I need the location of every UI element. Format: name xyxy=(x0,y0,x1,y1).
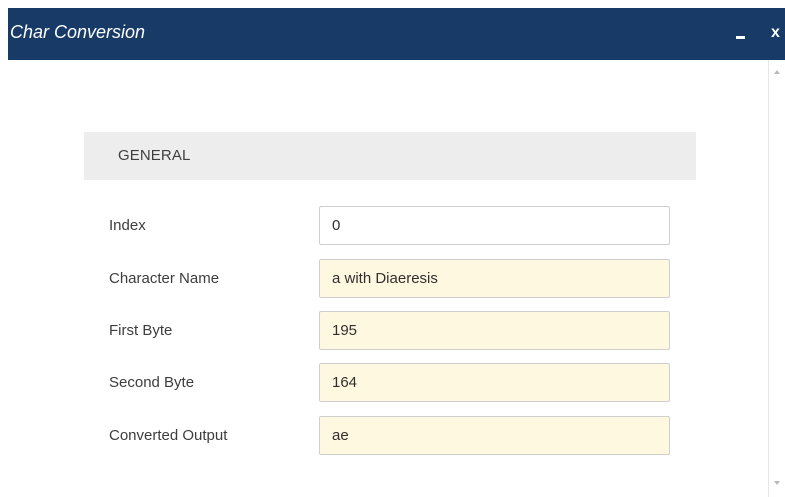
index-input[interactable] xyxy=(319,206,670,245)
character-name-label: Character Name xyxy=(109,270,220,287)
vertical-scrollbar[interactable] xyxy=(768,60,785,497)
minimize-button[interactable] xyxy=(735,21,751,45)
close-button[interactable]: x xyxy=(771,21,785,45)
second-byte-row: Second Byte xyxy=(109,363,671,403)
character-name-input[interactable] xyxy=(319,259,670,298)
scroll-down-arrow-icon[interactable] xyxy=(774,481,780,485)
converted-output-input[interactable] xyxy=(319,416,670,455)
second-byte-input[interactable] xyxy=(319,363,670,402)
converted-output-label: Converted Output xyxy=(109,427,228,444)
window-title: Char Conversion xyxy=(10,22,146,42)
first-byte-input[interactable] xyxy=(319,311,670,350)
first-byte-row: First Byte xyxy=(109,311,671,351)
index-label: Index xyxy=(109,217,146,234)
first-byte-label: First Byte xyxy=(109,322,173,339)
character-name-row: Character Name xyxy=(109,259,671,299)
section-title: GENERAL xyxy=(118,147,191,164)
scroll-up-arrow-icon[interactable] xyxy=(774,70,780,74)
char-conversion-dialog: Char Conversion x GENERAL Index Characte… xyxy=(0,0,785,497)
index-row: Index xyxy=(109,206,671,246)
converted-output-row: Converted Output xyxy=(109,416,671,456)
general-section-header: GENERAL xyxy=(84,132,696,180)
window-titlebar: Char Conversion x xyxy=(8,8,785,60)
second-byte-label: Second Byte xyxy=(109,374,195,391)
